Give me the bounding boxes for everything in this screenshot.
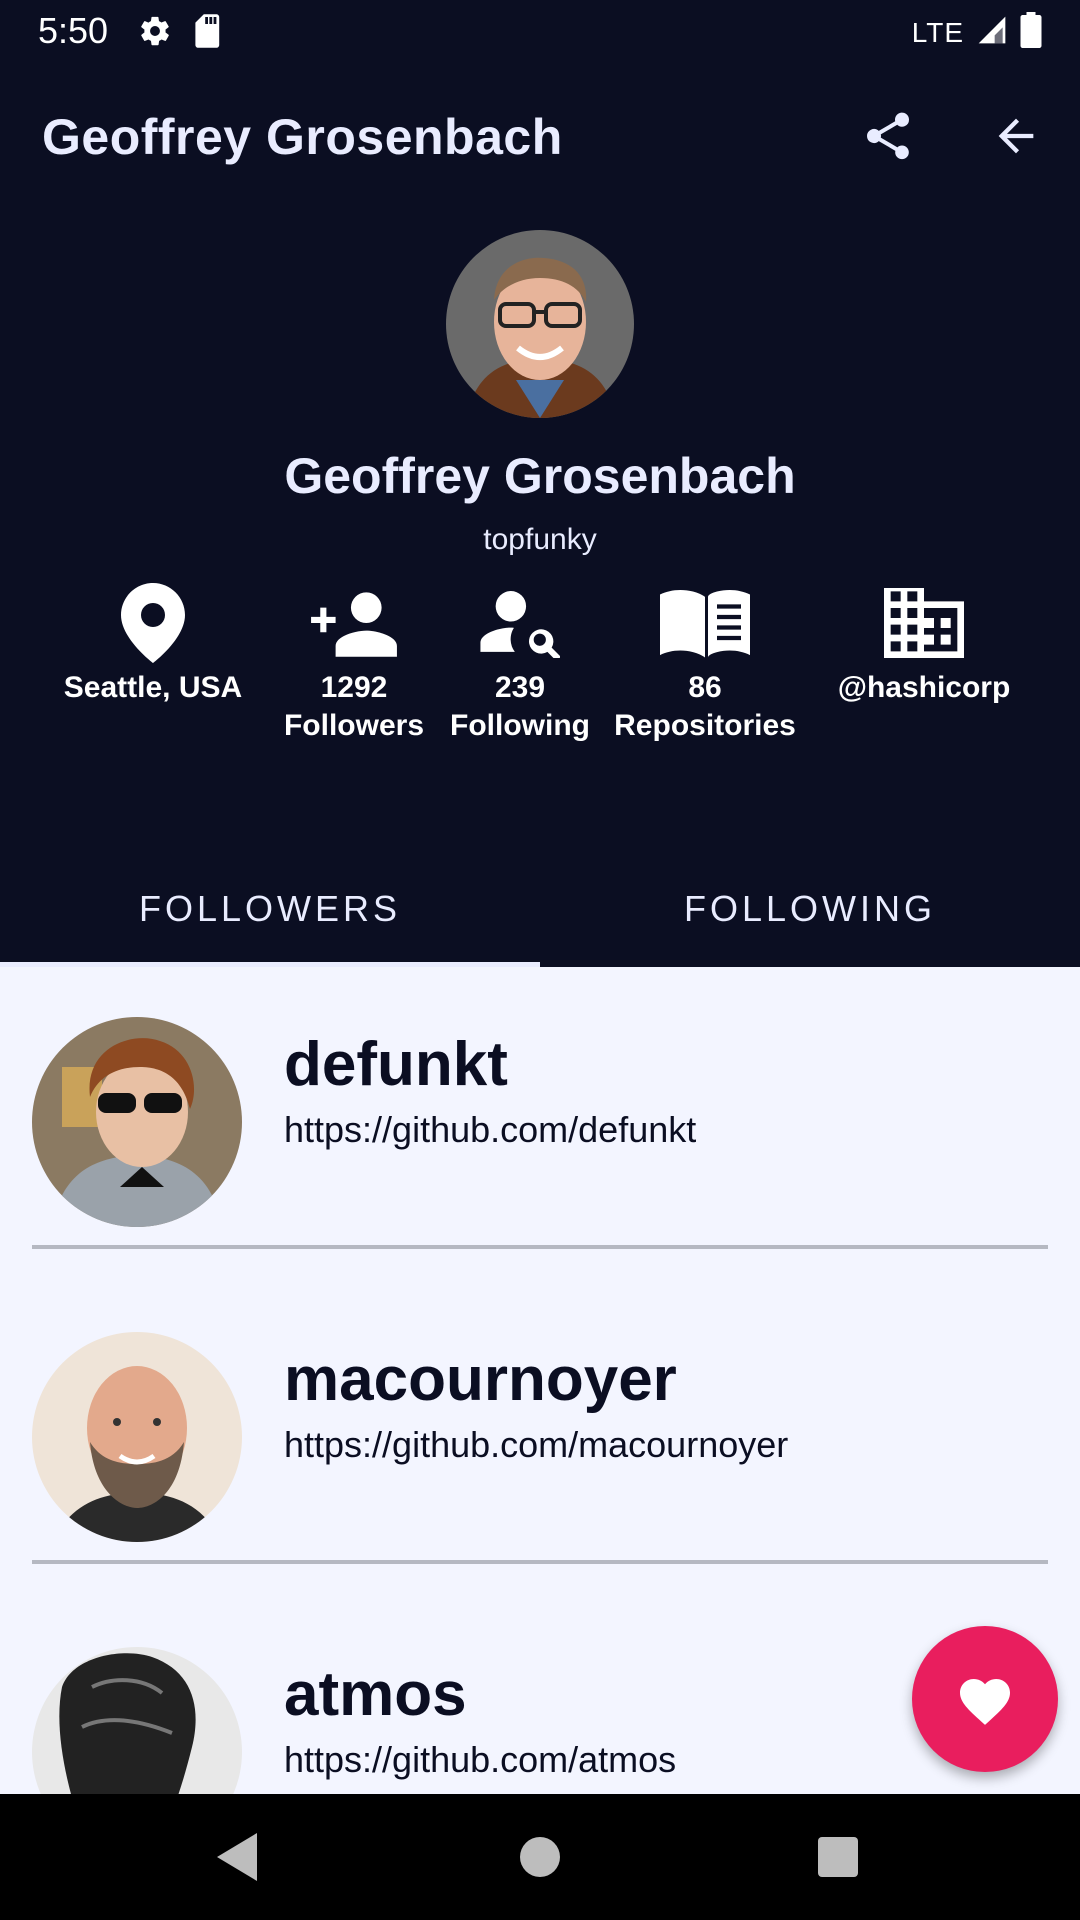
app-bar: Geoffrey Grosenbach	[0, 62, 1080, 214]
nav-recents-icon	[818, 1837, 858, 1877]
share-button[interactable]	[852, 100, 924, 172]
user-url[interactable]: https://github.com/defunkt	[284, 1109, 696, 1151]
tab-followers[interactable]: FOLLOWERS	[0, 850, 540, 967]
status-icons-left	[138, 14, 222, 53]
tab-following[interactable]: FOLLOWING	[540, 850, 1080, 967]
nav-back-button[interactable]	[204, 1822, 274, 1892]
list-divider	[32, 1245, 1048, 1249]
stat-following[interactable]: 239 Following	[440, 580, 600, 745]
sd-card-icon	[194, 14, 222, 53]
stat-company-text: @hashicorp	[837, 671, 1011, 704]
stat-followers-count: 1292	[320, 671, 388, 704]
status-bar: 5:50 LTE	[0, 0, 1080, 62]
stat-repositories[interactable]: 86 Repositories	[610, 580, 800, 745]
arrow-back-icon	[998, 118, 1034, 154]
company-building-icon	[884, 588, 964, 658]
navigation-bar	[0, 1794, 1080, 1920]
profile-login: topfunky	[483, 523, 597, 556]
stat-repositories-label: Repositories	[614, 709, 796, 742]
favorite-fab-button[interactable]	[912, 1626, 1058, 1772]
stat-location: Seattle, USA	[48, 580, 258, 707]
nav-home-button[interactable]	[505, 1822, 575, 1892]
stat-location-text: Seattle, USA	[63, 671, 243, 704]
stat-repositories-count: 86	[688, 671, 722, 704]
user-avatar	[32, 1017, 242, 1227]
user-name: defunkt	[284, 1030, 508, 1099]
profile-avatar	[446, 230, 634, 418]
battery-icon	[1020, 12, 1042, 53]
list-divider	[32, 1560, 1048, 1564]
stat-followers-label: Followers	[283, 709, 425, 742]
person-add-icon	[311, 592, 397, 657]
signal-icon	[976, 14, 1008, 51]
network-type: LTE	[911, 16, 964, 48]
user-avatar	[32, 1332, 242, 1542]
stat-following-count: 239	[494, 671, 546, 704]
profile-name: Geoffrey Grosenbach	[284, 448, 796, 504]
user-url[interactable]: https://github.com/atmos	[284, 1739, 676, 1781]
list-item[interactable]: defunkt https://github.com/defunkt	[0, 967, 1080, 1282]
person-search-icon	[480, 591, 560, 658]
nav-home-icon	[520, 1837, 560, 1877]
heart-icon	[960, 1679, 1010, 1725]
user-name: atmos	[284, 1660, 467, 1729]
book-icon	[660, 589, 750, 658]
tab-bar: FOLLOWERS FOLLOWING	[0, 850, 1080, 967]
settings-icon	[138, 14, 172, 53]
status-icons-right: LTE	[912, 12, 1042, 53]
app-title: Geoffrey Grosenbach	[42, 109, 563, 165]
status-time: 5:50	[38, 10, 109, 51]
user-avatar	[32, 1647, 242, 1794]
stat-followers[interactable]: 1292 Followers	[274, 580, 434, 745]
user-name: macournoyer	[284, 1345, 677, 1414]
nav-recents-button[interactable]	[803, 1822, 873, 1892]
user-url[interactable]: https://github.com/macournoyer	[284, 1424, 788, 1466]
location-pin-icon	[121, 583, 185, 663]
stat-following-label: Following	[450, 709, 590, 742]
nav-back-icon	[217, 1833, 257, 1881]
stat-company: @hashicorp	[826, 580, 1022, 707]
share-icon	[866, 112, 910, 160]
list-item[interactable]: macournoyer https://github.com/macournoy…	[0, 1282, 1080, 1597]
back-button[interactable]	[980, 100, 1052, 172]
